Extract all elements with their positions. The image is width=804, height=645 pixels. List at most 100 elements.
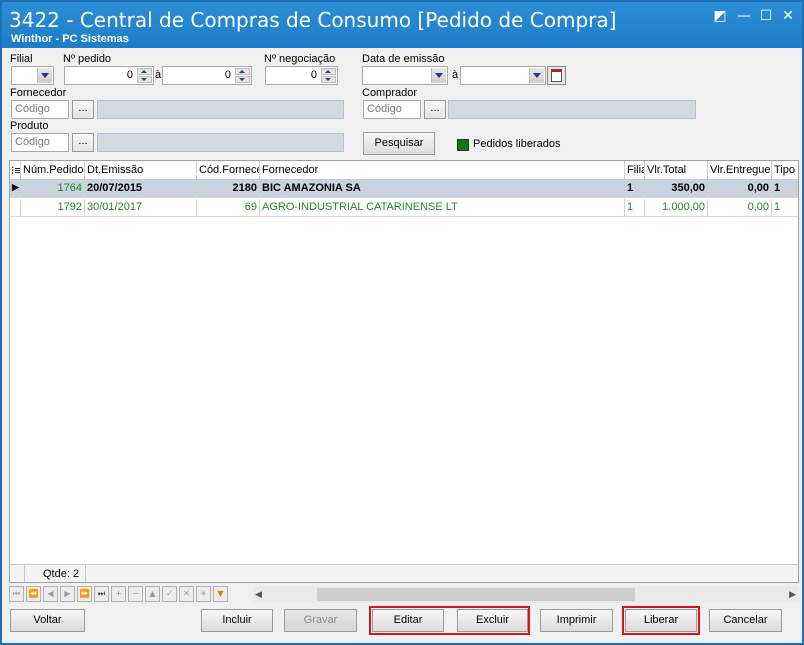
cell-vlr-entregue: 0,00 xyxy=(708,180,772,198)
cancel-edit-icon[interactable]: ✕ xyxy=(179,586,194,602)
restore-icon[interactable]: ◩ xyxy=(712,8,728,24)
produto-code-input[interactable]: Código xyxy=(11,133,69,152)
spin-down-icon[interactable] xyxy=(235,76,250,83)
table-row[interactable]: 1792 30/01/2017 69 AGRO-INDUSTRIAL CATAR… xyxy=(10,199,798,217)
cancelar-button[interactable]: Cancelar xyxy=(709,609,782,632)
scroll-thumb[interactable] xyxy=(317,588,635,601)
next-page-icon[interactable]: ⏩ xyxy=(77,586,92,602)
up-icon[interactable]: ▲ xyxy=(145,586,160,602)
pedido-sep: à xyxy=(155,69,162,81)
close-icon[interactable]: ✕ xyxy=(780,8,796,24)
col-dt-emissao[interactable]: Dt.Emissão xyxy=(85,161,197,180)
cell-filial: 1 xyxy=(625,199,645,217)
comprador-search-button[interactable]: ... xyxy=(424,100,446,119)
grid-footer: Qtde: 2 xyxy=(10,564,798,582)
col-tipo[interactable]: Tipo xyxy=(772,161,798,180)
window-subtitle: Winthor - PC Sistemas xyxy=(11,33,129,45)
produto-search-button[interactable]: ... xyxy=(72,133,94,152)
voltar-button[interactable]: Voltar xyxy=(10,609,85,632)
highlight-liberar xyxy=(622,606,700,635)
cell-fornecedor: AGRO-INDUSTRIAL CATARINENSE LT xyxy=(260,199,625,217)
column-chooser-icon[interactable]: ⁝≡ xyxy=(10,161,21,180)
produto-label: Produto xyxy=(10,120,49,132)
col-fornecedor[interactable]: Fornecedor xyxy=(260,161,625,180)
comprador-name-field xyxy=(448,100,696,119)
incluir-button[interactable]: Incluir xyxy=(201,609,273,632)
col-cod-fornecedor[interactable]: Cód.Fornecedor xyxy=(197,161,260,180)
pedidos-liberados-swatch xyxy=(457,139,469,151)
calendar-icon[interactable] xyxy=(547,66,566,85)
last-page-icon[interactable]: ⏭ xyxy=(94,586,109,602)
filter-icon[interactable]: ▼ xyxy=(213,586,228,602)
data-from-picker[interactable] xyxy=(362,66,448,85)
filial-combo[interactable] xyxy=(11,66,54,85)
cell-filial: 1 xyxy=(625,180,645,198)
spin-up-icon[interactable] xyxy=(137,68,152,75)
col-filial[interactable]: Filial xyxy=(625,161,645,180)
cell-fornecedor: BIC AMAZONIA SA xyxy=(260,180,625,198)
prev-page-icon[interactable]: ⏪ xyxy=(26,586,41,602)
edit-icon[interactable]: ✓ xyxy=(162,586,177,602)
record-count: Qtde: 2 xyxy=(43,568,80,580)
data-to-picker[interactable] xyxy=(460,66,546,85)
col-vlr-entregue[interactable]: Vlr.Entregue xyxy=(708,161,772,180)
gravar-button[interactable]: Gravar xyxy=(284,609,357,632)
pedidos-grid: ⁝≡ Núm.Pedido Dt.Emissão Cód.Fornecedor … xyxy=(9,160,799,583)
window-title: 3422 - Central de Compras de Consumo [Pe… xyxy=(9,8,617,32)
scroll-right-icon[interactable]: ▶ xyxy=(789,589,796,600)
cell-dt-emissao: 30/01/2017 xyxy=(85,199,197,217)
chevron-down-icon[interactable] xyxy=(37,68,52,83)
prev-record-icon[interactable]: ◀ xyxy=(43,586,58,602)
row-indicator-icon: ▶ xyxy=(10,180,21,198)
pedido-label: Nº pedido xyxy=(63,53,112,65)
first-page-icon[interactable]: ⏮ xyxy=(9,586,24,602)
comprador-label: Comprador xyxy=(362,87,418,99)
horizontal-scrollbar[interactable]: ◀ ▶ xyxy=(253,586,799,603)
cell-tipo: 1 xyxy=(774,201,781,213)
table-row[interactable]: ▶ 1764 20/07/2015 2180 BIC AMAZONIA SA 1… xyxy=(10,180,798,198)
cell-num-pedido: 1764 xyxy=(21,180,85,198)
insert-icon[interactable]: + xyxy=(111,586,126,602)
chevron-down-icon[interactable] xyxy=(431,68,446,83)
pedido-from-spinner[interactable]: 0 xyxy=(64,66,154,85)
spin-up-icon[interactable] xyxy=(321,68,336,75)
produto-name-field xyxy=(97,133,344,152)
imprimir-button[interactable]: Imprimir xyxy=(540,609,613,632)
cell-vlr-total: 1.000,00 xyxy=(645,199,708,217)
cell-num-pedido: 1792 xyxy=(21,199,85,217)
pedido-from-value: 0 xyxy=(126,69,133,81)
cell-tipo: 1 xyxy=(774,182,781,194)
cell-dt-emissao: 20/07/2015 xyxy=(85,180,197,198)
title-bar: 3422 - Central de Compras de Consumo [Pe… xyxy=(2,2,802,48)
cell-cod-fornecedor: 69 xyxy=(197,199,260,217)
pedido-to-spinner[interactable]: 0 xyxy=(162,66,252,85)
pesquisar-button[interactable]: Pesquisar xyxy=(363,132,435,155)
fornecedor-name-field xyxy=(97,100,344,119)
col-num-pedido[interactable]: Núm.Pedido xyxy=(21,161,85,180)
comprador-code-input[interactable]: Código xyxy=(363,100,421,119)
scroll-left-icon[interactable]: ◀ xyxy=(255,589,262,600)
spin-up-icon[interactable] xyxy=(235,68,250,75)
fornecedor-search-button[interactable]: ... xyxy=(72,100,94,119)
main-window: 3422 - Central de Compras de Consumo [Pe… xyxy=(0,0,804,645)
highlight-editar-excluir xyxy=(369,606,530,635)
fornecedor-label: Fornecedor xyxy=(10,87,67,99)
pedidos-liberados-label: Pedidos liberados xyxy=(473,138,561,150)
data-sep: à xyxy=(452,69,459,81)
filial-label: Filial xyxy=(10,53,33,65)
negociacao-spinner[interactable]: 0 xyxy=(265,66,338,85)
maximize-icon[interactable]: ☐ xyxy=(758,8,774,24)
spin-down-icon[interactable] xyxy=(137,76,152,83)
chevron-down-icon[interactable] xyxy=(529,68,544,83)
spin-down-icon[interactable] xyxy=(321,76,336,83)
minimize-icon[interactable]: — xyxy=(736,8,752,24)
refresh-icon[interactable]: ✳ xyxy=(196,586,211,602)
row-indicator xyxy=(10,199,21,217)
delete-icon[interactable]: − xyxy=(128,586,143,602)
data-emissao-label: Data de emissão xyxy=(362,53,445,65)
next-record-icon[interactable]: ▶ xyxy=(60,586,75,602)
cell-vlr-total: 350,00 xyxy=(645,180,708,198)
fornecedor-code-input[interactable]: Código xyxy=(11,100,69,119)
record-navigator: ⏮ ⏪ ◀ ▶ ⏩ ⏭ + − ▲ ✓ ✕ ✳ ▼ ◀ ▶ xyxy=(9,585,799,604)
col-vlr-total[interactable]: Vlr.Total xyxy=(645,161,708,180)
